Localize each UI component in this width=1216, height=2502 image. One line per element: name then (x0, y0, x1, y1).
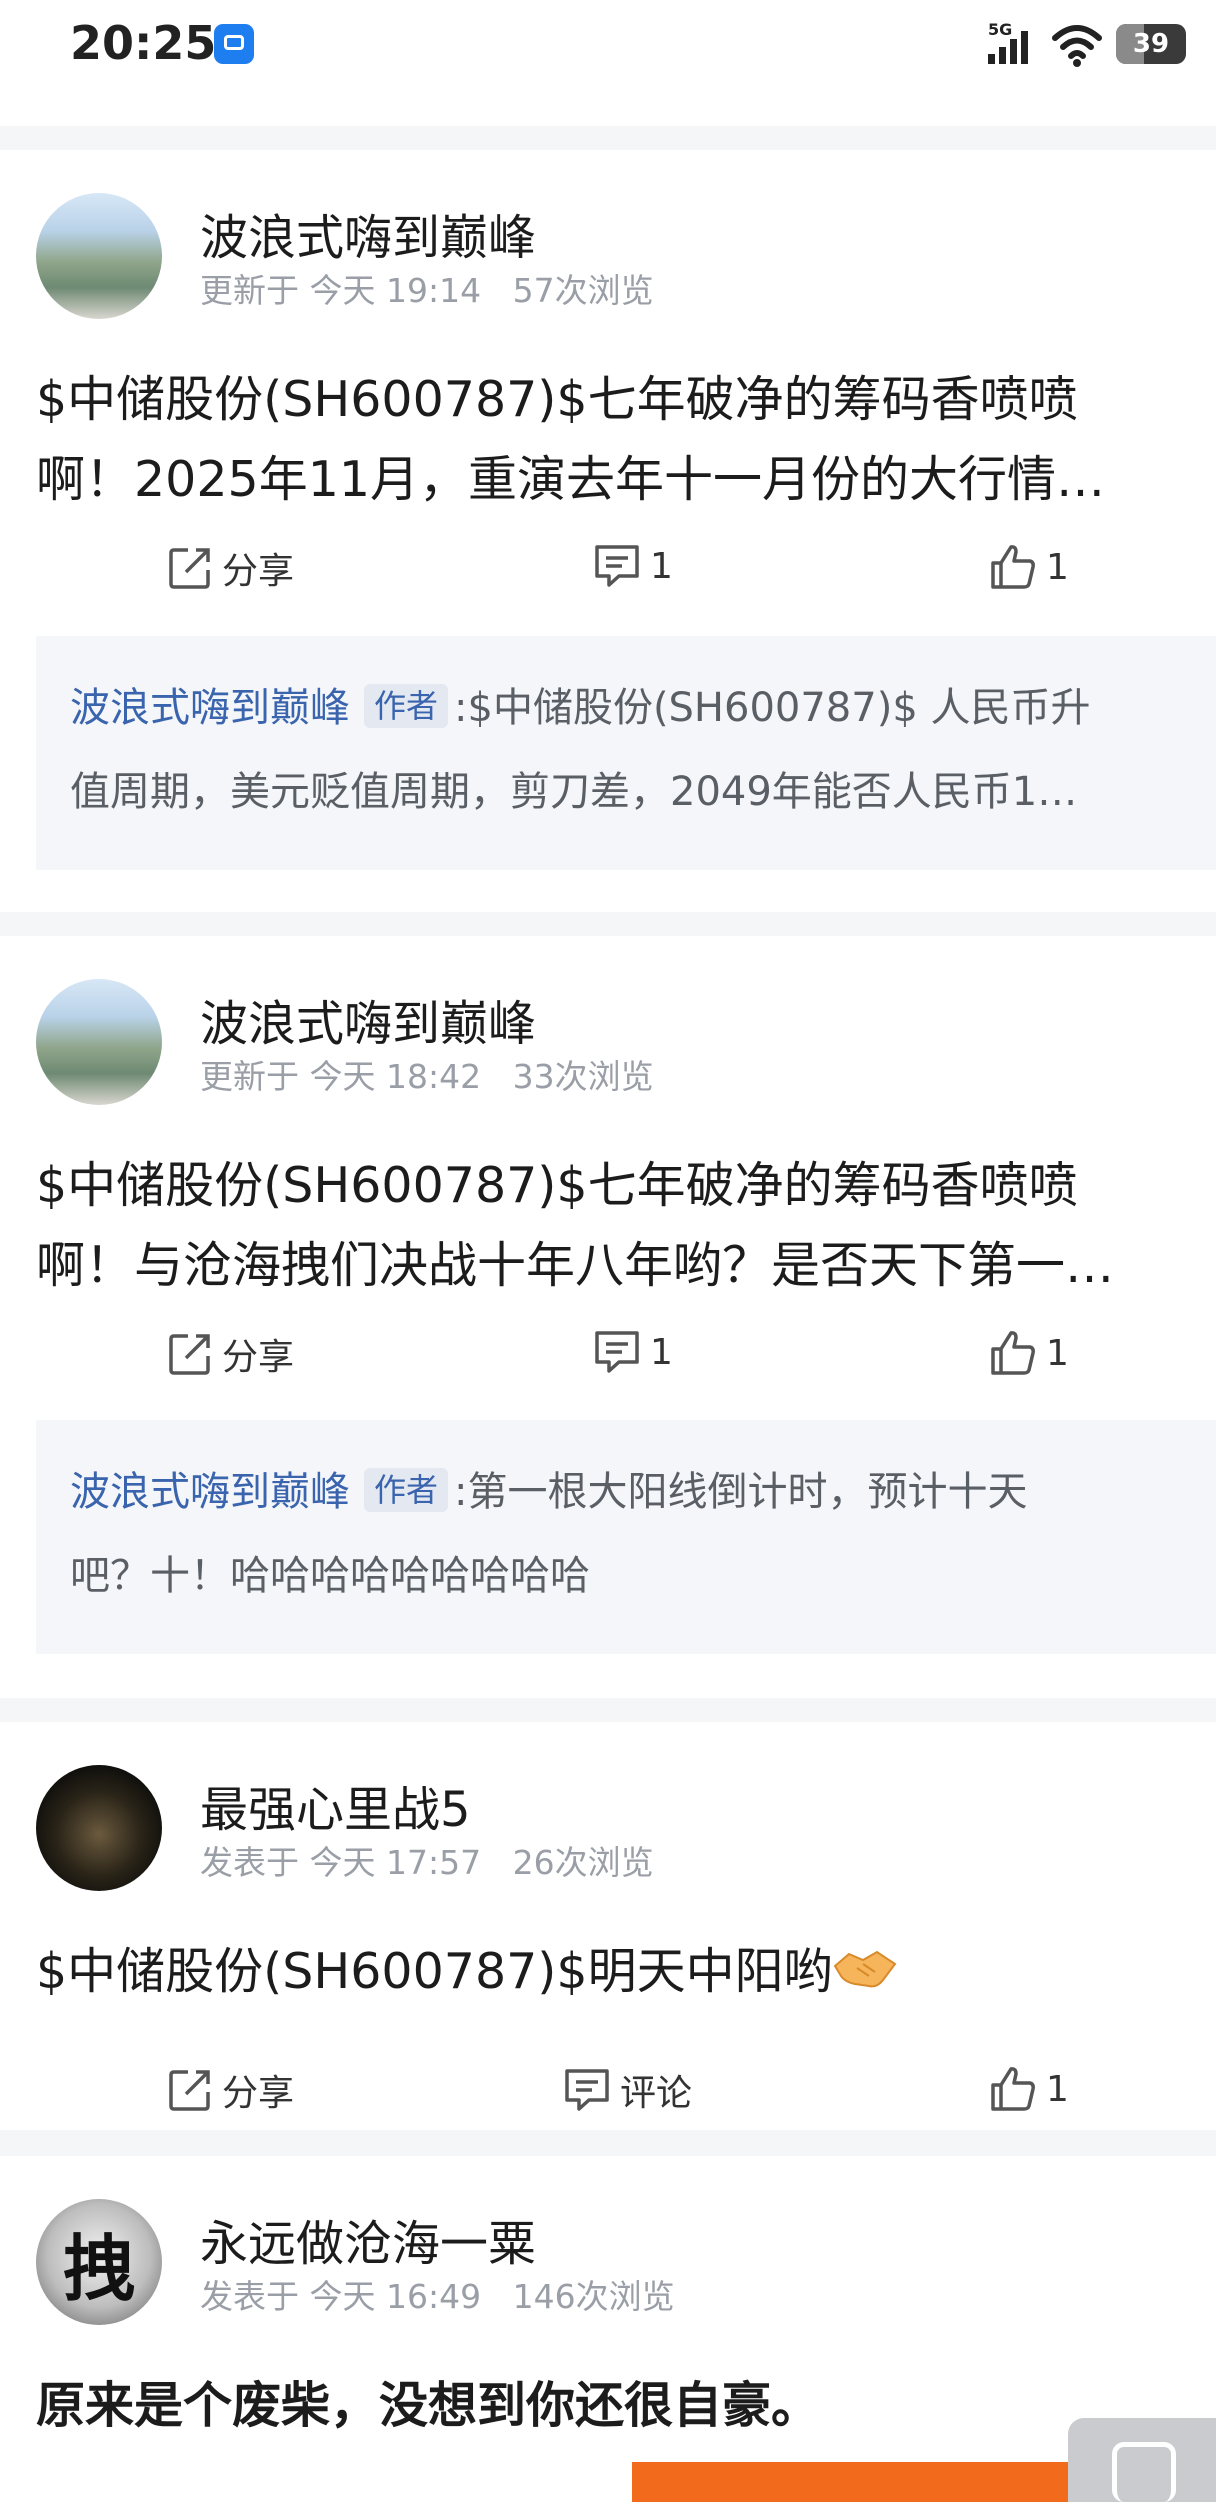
share-button[interactable]: 分享 (166, 2064, 294, 2116)
post-actions: 分享 1 1 (0, 1328, 1216, 1388)
handshake-emoji-icon (833, 1938, 897, 2018)
time-label: 发表于 (200, 1843, 299, 1882)
like-button[interactable]: 1 (988, 1328, 1069, 1378)
post-time: 今天 18:42 (309, 1057, 482, 1096)
author-name[interactable]: 波浪式嗨到巅峰 (200, 984, 536, 1054)
post-content-line: 啊！与沧海拽们决战十年八年哟？是否天下第一… (36, 1237, 1115, 1294)
comment-icon (562, 2066, 612, 2114)
like-button[interactable]: 1 (988, 542, 1069, 592)
post-actions: 分享 评论 1 (0, 2064, 1216, 2124)
avatar[interactable] (36, 1765, 162, 1891)
share-icon (166, 1330, 214, 1378)
time-label: 更新于 (200, 271, 299, 310)
share-button[interactable]: 分享 (166, 1328, 294, 1380)
author-name[interactable]: 最强心里战5 (200, 1770, 471, 1840)
post-meta: 发表于 今天 16:49 146次浏览 (200, 2270, 675, 2318)
time-label: 更新于 (200, 1057, 299, 1096)
post-card[interactable]: 拽 永远做沧海一粟 发表于 今天 16:49 146次浏览 原来是个废柴，没想到… (0, 2156, 1216, 2502)
share-icon (166, 2066, 214, 2114)
status-bar: 20:25 5G 39 (0, 0, 1216, 126)
reply-author[interactable]: 波浪式嗨到巅峰 (70, 1469, 350, 1515)
reply-text: :第一根大阳线倒计时，预计十天 (454, 1469, 1028, 1515)
post-content[interactable]: $中储股份(SH600787)$明天中阳哟 (36, 1932, 1196, 2018)
view-count: 57次浏览 (512, 271, 654, 310)
avatar[interactable] (36, 979, 162, 1105)
share-label: 分享 (222, 551, 295, 592)
thumbs-up-icon (988, 542, 1038, 592)
post-actions: 分享 1 1 (0, 542, 1216, 602)
reply-preview[interactable]: 波浪式嗨到巅峰 作者:$中储股份(SH600787)$ 人民币升 值周期，美元贬值… (36, 636, 1216, 870)
post-content-line: $中储股份(SH600787)$明天中阳哟 (36, 1943, 833, 2000)
share-button[interactable]: 分享 (166, 542, 294, 594)
post-time: 今天 17:57 (309, 1843, 482, 1882)
post-content-line: 啊！2025年11月，重演去年十一月份的大行情… (36, 451, 1106, 508)
battery-icon: 39 (1116, 24, 1186, 64)
post-content[interactable]: $中储股份(SH600787)$七年破净的筹码香喷喷 啊！2025年11月，重演… (36, 360, 1196, 520)
like-button[interactable]: 1 (988, 2064, 1069, 2114)
author-tag: 作者 (364, 1468, 449, 1512)
cellular-signal-icon: 5G (988, 20, 1038, 68)
author-name[interactable]: 永远做沧海一粟 (200, 2204, 536, 2274)
reply-author[interactable]: 波浪式嗨到巅峰 (70, 685, 350, 731)
reply-preview[interactable]: 波浪式嗨到巅峰 作者:第一根大阳线倒计时，预计十天 吧？十！哈哈哈哈哈哈哈哈哈 (36, 1420, 1216, 1654)
status-time: 20:25 (70, 16, 217, 70)
comment-button[interactable]: 1 (592, 542, 673, 590)
floating-window-button[interactable] (1068, 2418, 1216, 2502)
author-tag: 作者 (364, 684, 449, 728)
avatar[interactable]: 拽 (36, 2199, 162, 2325)
view-count: 26次浏览 (512, 1843, 654, 1882)
post-content[interactable]: $中储股份(SH600787)$七年破净的筹码香喷喷 啊！与沧海拽们决战十年八年… (36, 1146, 1196, 1306)
post-meta: 更新于 今天 19:14 57次浏览 (200, 264, 654, 312)
comment-button[interactable]: 1 (592, 1328, 673, 1376)
avatar-character: 拽 (62, 2225, 135, 2311)
like-count: 1 (1046, 2068, 1069, 2110)
author-name[interactable]: 波浪式嗨到巅峰 (200, 198, 536, 268)
post-meta: 更新于 今天 18:42 33次浏览 (200, 1050, 654, 1098)
comment-count: 1 (650, 1331, 673, 1373)
post-card[interactable]: 波浪式嗨到巅峰 更新于 今天 18:42 33次浏览 $中储股份(SH60078… (0, 936, 1216, 1698)
wifi-icon (1052, 24, 1102, 68)
network-type-label: 5G (988, 20, 1013, 39)
reply-text: :$中储股份(SH600787)$ 人民币升 (454, 685, 1091, 731)
post-content-line: 原来是个废柴，没想到你还很自豪。 (36, 2377, 821, 2434)
post-card[interactable]: 最强心里战5 发表于 今天 17:57 26次浏览 $中储股份(SH600787… (0, 1722, 1216, 2130)
share-icon (166, 544, 214, 592)
reply-text: 吧？十！哈哈哈哈哈哈哈哈哈 (70, 1553, 590, 1599)
share-label: 分享 (222, 2073, 295, 2114)
view-count: 146次浏览 (512, 2277, 675, 2316)
comment-label: 评论 (620, 2073, 693, 2114)
post-content[interactable]: 原来是个废柴，没想到你还很自豪。 (36, 2366, 1196, 2446)
post-time: 今天 16:49 (309, 2277, 482, 2316)
like-count: 1 (1046, 546, 1069, 588)
post-time: 今天 19:14 (309, 271, 482, 310)
comment-icon (592, 542, 642, 590)
post-content-line: $中储股份(SH600787)$七年破净的筹码香喷喷 (36, 371, 1078, 428)
comment-button[interactable]: 评论 (562, 2064, 692, 2116)
post-content-line: $中储股份(SH600787)$七年破净的筹码香喷喷 (36, 1157, 1078, 1214)
share-label: 分享 (222, 1337, 295, 1378)
bottom-action-bar[interactable] (632, 2462, 1072, 2502)
thumbs-up-icon (988, 2064, 1038, 2114)
reply-text: 值周期，美元贬值周期，剪刀差，2049年能否人民币1… (70, 769, 1078, 815)
post-meta: 发表于 今天 17:57 26次浏览 (200, 1836, 654, 1884)
battery-level: 39 (1132, 29, 1170, 59)
post-card[interactable]: 波浪式嗨到巅峰 更新于 今天 19:14 57次浏览 $中储股份(SH60078… (0, 150, 1216, 912)
time-label: 发表于 (200, 2277, 299, 2316)
like-count: 1 (1046, 1332, 1069, 1374)
thumbs-up-icon (988, 1328, 1038, 1378)
avatar[interactable] (36, 193, 162, 319)
view-count: 33次浏览 (512, 1057, 654, 1096)
comment-count: 1 (650, 545, 673, 587)
status-icons: 5G 39 (988, 18, 1186, 68)
comment-icon (592, 1328, 642, 1376)
app-notification-icon (214, 24, 254, 64)
